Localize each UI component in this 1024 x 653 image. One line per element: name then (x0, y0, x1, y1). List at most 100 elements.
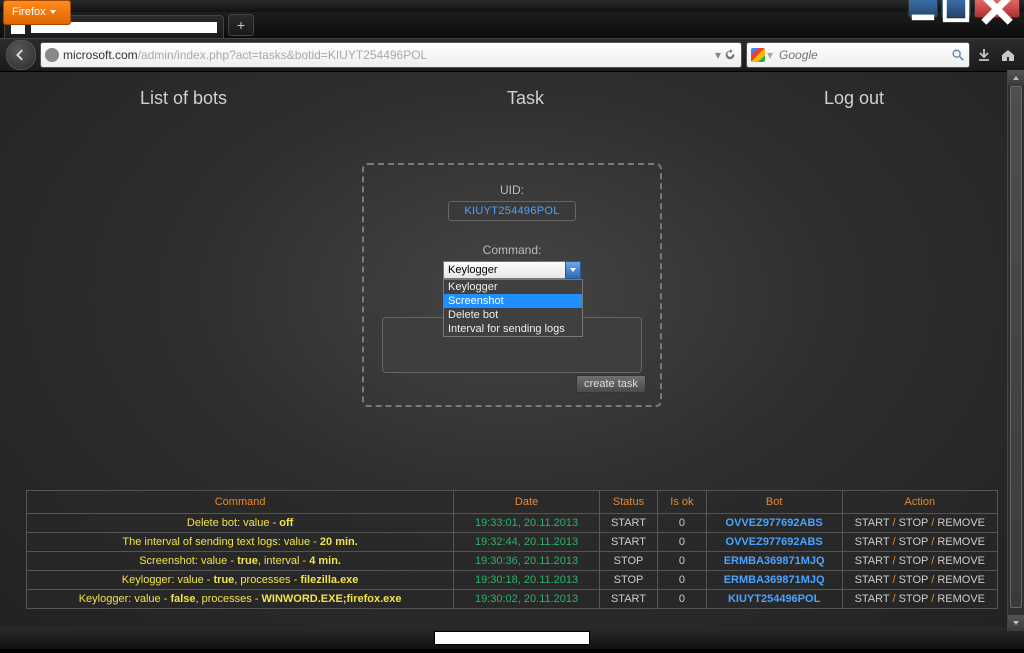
action-start[interactable]: START (855, 574, 890, 586)
scroll-up-icon[interactable] (1008, 70, 1024, 86)
titlebar: Firefox (0, 0, 1024, 12)
action-remove[interactable]: REMOVE (937, 536, 985, 548)
uid-label: UID: (374, 183, 650, 197)
chevron-down-icon[interactable] (565, 261, 581, 279)
nav-toolbar: microsoft.com/admin/index.php?act=tasks&… (0, 38, 1024, 72)
action-remove[interactable]: REMOVE (937, 517, 985, 529)
th-action: Action (842, 491, 997, 514)
command-option[interactable]: Interval for sending logs (444, 322, 582, 336)
action-start[interactable]: START (855, 536, 890, 548)
action-start[interactable]: START (855, 555, 890, 567)
table-row: Delete bot: value - off19:33:01, 20.11.2… (27, 514, 998, 533)
close-button[interactable] (974, 0, 1020, 18)
th-bot: Bot (706, 491, 842, 514)
cell-bot: KIUYT254496POL (706, 590, 842, 609)
command-select[interactable]: Keylogger KeyloggerScreenshotDelete botI… (443, 261, 581, 279)
table-row: Keylogger: value - true, processes - fil… (27, 571, 998, 590)
action-remove[interactable]: REMOVE (937, 555, 985, 567)
tab-strip: + (0, 12, 1024, 38)
reload-icon[interactable] (723, 48, 737, 62)
search-sep: ▾ (767, 48, 773, 62)
maximize-button[interactable] (941, 0, 971, 18)
search-bar[interactable]: ▾ (746, 42, 970, 68)
table-row: The interval of sending text logs: value… (27, 533, 998, 552)
action-stop[interactable]: STOP (899, 574, 929, 586)
task-form: UID: KIUYT254496POL Command: Keylogger K… (362, 163, 662, 407)
site-identity-icon (45, 48, 59, 62)
create-task-button[interactable]: create task (576, 375, 646, 393)
cell-isok: 0 (658, 590, 707, 609)
scroll-down-icon[interactable] (1008, 615, 1024, 631)
uid-value: KIUYT254496POL (448, 201, 576, 221)
command-option[interactable]: Keylogger (444, 280, 582, 294)
action-remove[interactable]: REMOVE (937, 574, 985, 586)
nav-list-of-bots[interactable]: List of bots (140, 88, 227, 109)
url-text: microsoft.com/admin/index.php?act=tasks&… (63, 48, 713, 62)
task-table-wrap: Command Date Status Is ok Bot Action Del… (26, 490, 998, 609)
minimize-button[interactable] (908, 0, 938, 18)
command-option[interactable]: Screenshot (444, 294, 582, 308)
command-option[interactable]: Delete bot (444, 308, 582, 322)
th-isok: Is ok (658, 491, 707, 514)
cell-command: The interval of sending text logs: value… (27, 533, 454, 552)
action-stop[interactable]: STOP (899, 517, 929, 529)
cell-date: 19:33:01, 20.11.2013 (454, 514, 600, 533)
th-command: Command (27, 491, 454, 514)
action-remove[interactable]: REMOVE (937, 593, 985, 605)
cell-date: 19:30:18, 20.11.2013 (454, 571, 600, 590)
cell-status: STOP (599, 552, 657, 571)
action-stop[interactable]: STOP (899, 536, 929, 548)
action-start[interactable]: START (855, 517, 890, 529)
google-icon (751, 48, 765, 62)
th-date: Date (454, 491, 600, 514)
window-controls (908, 0, 1020, 18)
cell-action: START / STOP / REMOVE (842, 514, 997, 533)
cell-action: START / STOP / REMOVE (842, 533, 997, 552)
new-tab-button[interactable]: + (228, 14, 254, 36)
cell-isok: 0 (658, 533, 707, 552)
cell-status: START (599, 533, 657, 552)
vertical-scrollbar[interactable] (1007, 70, 1024, 631)
cell-bot: OVVEZ977692ABS (706, 514, 842, 533)
app-window: Firefox + microsoft.com/admin/index.php?… (0, 0, 1024, 653)
cell-date: 19:30:36, 20.11.2013 (454, 552, 600, 571)
action-stop[interactable]: STOP (899, 593, 929, 605)
scroll-thumb[interactable] (1010, 86, 1022, 608)
cell-status: START (599, 514, 657, 533)
downloads-icon[interactable] (974, 45, 994, 65)
cell-bot: ERMBA369871MJQ (706, 571, 842, 590)
search-go-icon[interactable] (951, 48, 965, 62)
url-dropdown-icon[interactable]: ▾ (713, 48, 723, 62)
page-content: List of bots Task Log out UID: KIUYT2544… (0, 72, 1024, 627)
cell-isok: 0 (658, 571, 707, 590)
action-start[interactable]: START (855, 593, 890, 605)
url-host: microsoft.com (63, 48, 138, 62)
cell-date: 19:30:02, 20.11.2013 (454, 590, 600, 609)
cell-isok: 0 (658, 552, 707, 571)
nav-task[interactable]: Task (507, 88, 544, 109)
nav-logout[interactable]: Log out (824, 88, 884, 109)
back-button[interactable] (6, 40, 36, 70)
cell-command: Keylogger: value - true, processes - fil… (27, 571, 454, 590)
url-bar[interactable]: microsoft.com/admin/index.php?act=tasks&… (40, 42, 742, 68)
status-bar (0, 627, 1024, 649)
search-input[interactable] (777, 47, 951, 63)
th-status: Status (599, 491, 657, 514)
firefox-menu-button[interactable]: Firefox (3, 0, 71, 25)
status-blank (434, 631, 590, 645)
url-path: /admin/index.php?act=tasks&botid=KIUYT25… (138, 48, 428, 62)
cell-action: START / STOP / REMOVE (842, 571, 997, 590)
cell-action: START / STOP / REMOVE (842, 590, 997, 609)
cell-isok: 0 (658, 514, 707, 533)
cell-status: STOP (599, 571, 657, 590)
action-stop[interactable]: STOP (899, 555, 929, 567)
home-icon[interactable] (998, 45, 1018, 65)
command-label: Command: (374, 243, 650, 257)
cell-bot: OVVEZ977692ABS (706, 533, 842, 552)
firefox-menu-label: Firefox (12, 6, 46, 18)
cell-command: Keylogger: value - false, processes - WI… (27, 590, 454, 609)
table-row: Screenshot: value - true, interval - 4 m… (27, 552, 998, 571)
cell-status: START (599, 590, 657, 609)
command-dropdown: KeyloggerScreenshotDelete botInterval fo… (443, 279, 583, 337)
cell-bot: ERMBA369871MJQ (706, 552, 842, 571)
